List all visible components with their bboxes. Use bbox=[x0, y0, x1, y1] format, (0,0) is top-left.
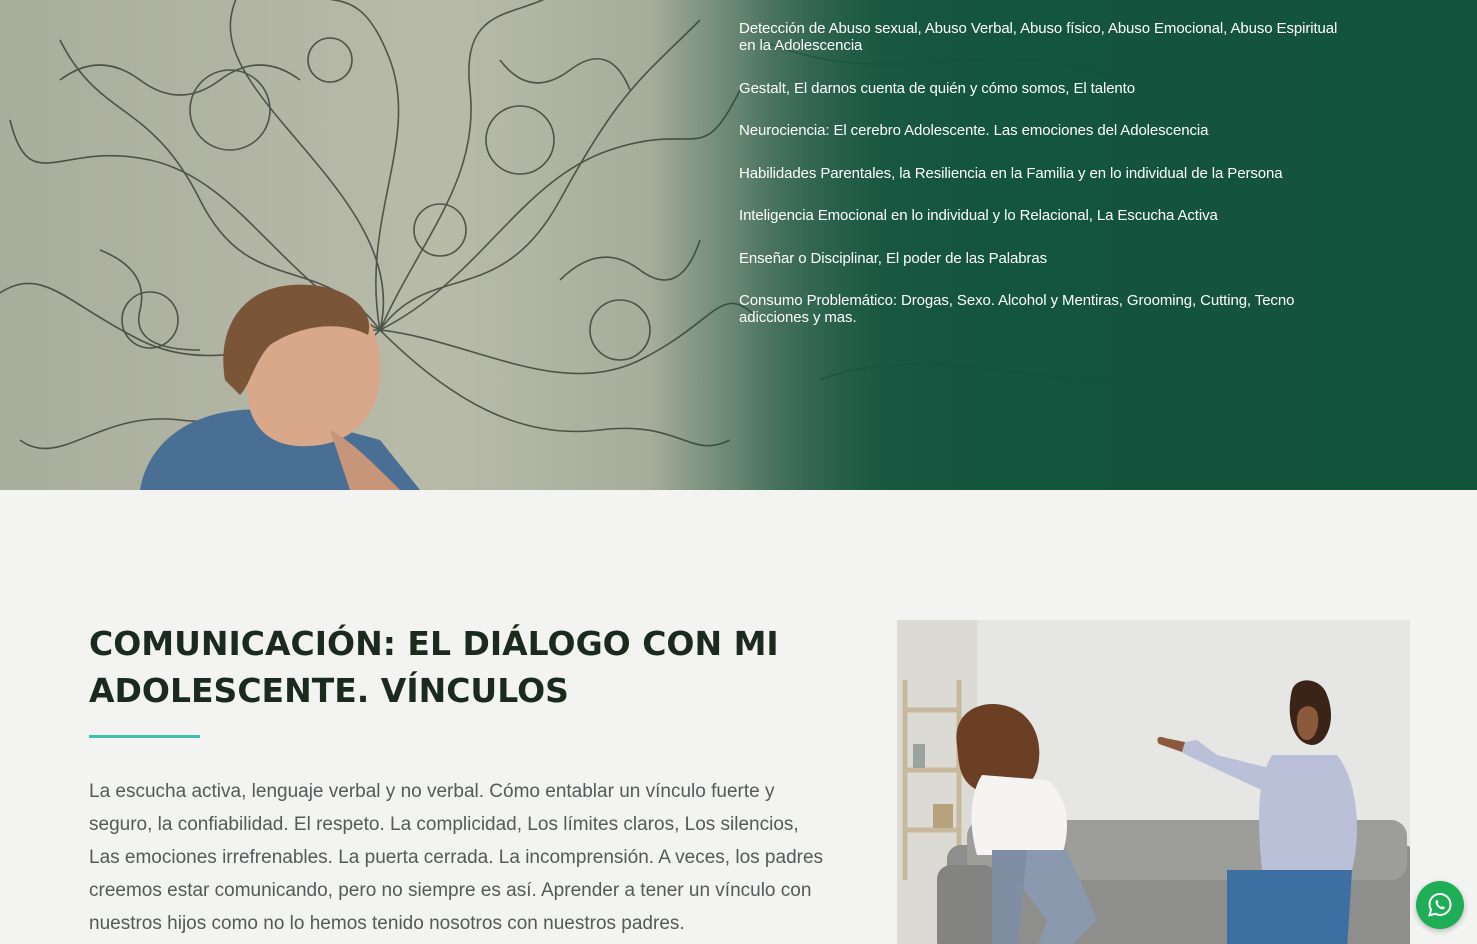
topic-item: Consumo Problemático: Drogas, Sexo. Alco… bbox=[739, 292, 1295, 326]
topic-item: Inteligencia Emocional en lo individual … bbox=[739, 207, 1218, 224]
section-title: COMUNICACIÓN: EL DIÁLOGO CON MI ADOLESCE… bbox=[89, 624, 779, 710]
topic-item: Neurociencia: El cerebro Adolescente. La… bbox=[739, 122, 1209, 139]
topic-list: Detección de Abuso sexual, Abuso Verbal,… bbox=[739, 20, 1339, 352]
whatsapp-icon bbox=[1428, 892, 1452, 917]
section-body-text: La escucha activa, lenguaje verbal y no … bbox=[89, 781, 824, 934]
topic-item: Gestalt, El darnos cuenta de quién y cóm… bbox=[739, 79, 1135, 97]
hero-banner: Detección de Abuso sexual, Abuso Verbal,… bbox=[0, 0, 1477, 490]
whatsapp-button[interactable] bbox=[1416, 881, 1464, 929]
topic-item: Habilidades Parentales, la Resiliencia e… bbox=[739, 164, 1283, 182]
communication-section: COMUNICACIÓN: EL DIÁLOGO CON MI ADOLESCE… bbox=[0, 490, 1477, 944]
title-underline-divider bbox=[89, 735, 200, 738]
topic-item: Enseñar o Disciplinar, El poder de las P… bbox=[739, 249, 1047, 267]
mother-daughter-photo bbox=[897, 620, 1410, 944]
topic-item: Detección de Abuso sexual, Abuso Verbal,… bbox=[739, 20, 1338, 54]
